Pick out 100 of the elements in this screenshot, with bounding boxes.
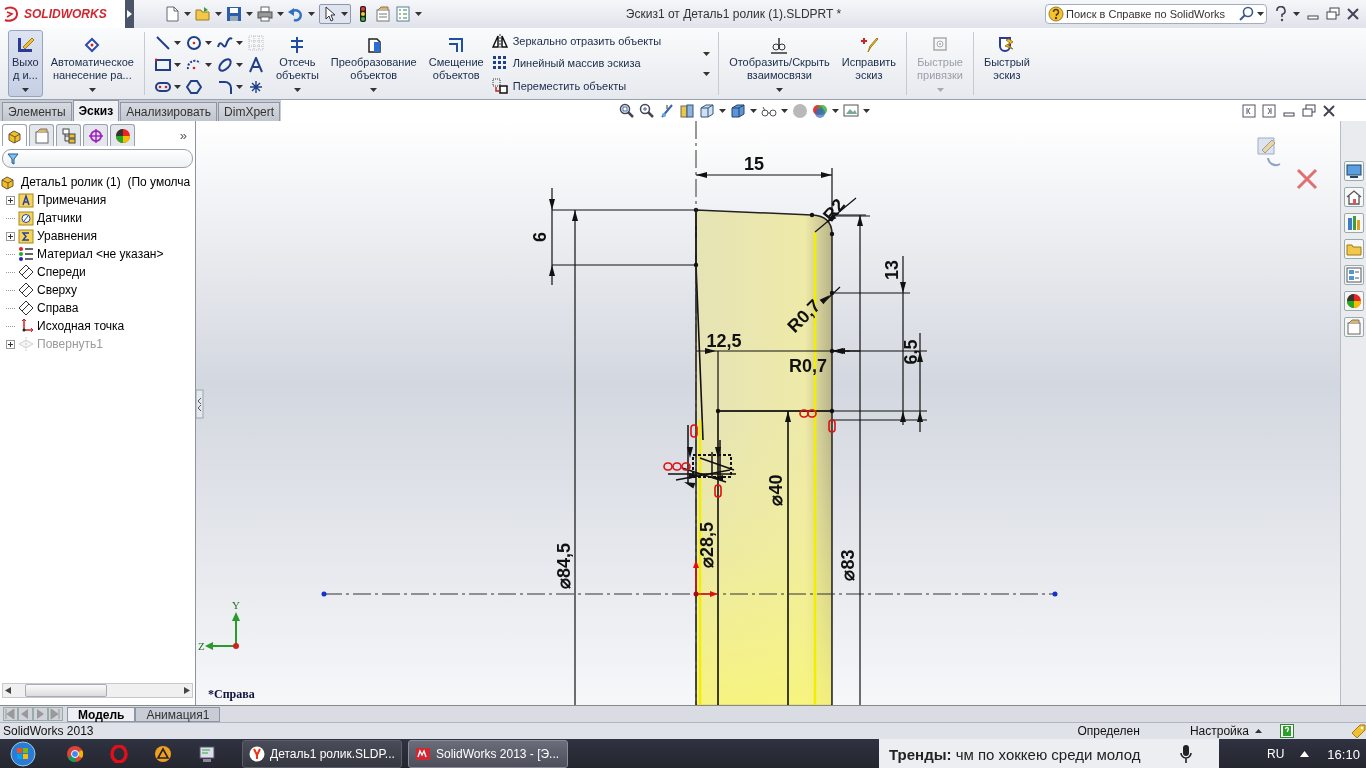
help-box-icon[interactable] [1280,724,1294,738]
manager-tab[interactable] [110,124,135,146]
tree-item[interactable]: Спереди [37,265,86,279]
exit-sketch-icon[interactable] [1257,137,1281,167]
caret-icon[interactable] [235,41,243,45]
caret-icon[interactable] [173,63,181,67]
restore-icon[interactable] [1326,7,1340,21]
caret-icon[interactable] [88,88,96,92]
help-icon[interactable] [1275,6,1287,22]
start-icon[interactable] [10,741,36,767]
tag-icon[interactable] [1350,723,1366,739]
caret-icon[interactable] [1293,12,1300,16]
tree-item[interactable]: Исходная точка [37,319,125,333]
manager-tab[interactable] [83,124,108,146]
text-tool-icon[interactable] [247,57,264,73]
tree-item[interactable]: Уравнения [37,229,97,243]
browser-icon[interactable] [66,745,84,763]
close-icon[interactable] [1322,104,1336,118]
move-button[interactable]: Переместить объекты [491,76,662,95]
fillet-icon[interactable] [216,79,233,95]
menu-expander[interactable] [125,0,134,28]
taskbar-button[interactable]: Деталь1 ролик.SLDP... [242,740,402,768]
tree-item[interactable]: Примечания [37,193,107,207]
caret-icon[interactable] [173,85,181,89]
manager-tab[interactable] [56,124,81,146]
search-icon[interactable] [1239,6,1255,22]
more-tabs-button[interactable]: » [179,127,187,143]
task-pane-button[interactable] [1343,187,1364,207]
caret-icon[interactable] [293,88,301,92]
repair-button[interactable]: Исправить эскиз [837,30,901,97]
zoom-fit-icon[interactable] [619,103,636,119]
terminal-icon[interactable] [198,745,216,763]
trends-bar[interactable]: Тренды: чм по хоккею среди молод [879,739,1219,768]
command-tab[interactable]: Анализировать [120,102,218,121]
taskbar-button[interactable]: SolidWorks 2013 - [Э... [408,740,568,768]
slot-icon[interactable] [154,79,171,95]
command-tab[interactable]: Элементы [2,102,72,121]
caret-icon[interactable] [775,88,783,92]
point-icon[interactable] [247,79,264,95]
units-button[interactable]: Настройка [1189,724,1249,738]
caret-icon[interactable] [703,71,711,76]
caret-icon[interactable] [703,51,711,56]
caret-icon[interactable] [832,109,840,113]
printer-icon[interactable] [257,6,273,22]
caret-icon[interactable] [719,109,727,113]
command-tab[interactable]: Эскиз [72,100,120,121]
caret-icon[interactable] [204,41,212,45]
caret-icon[interactable] [184,12,191,16]
section-view-icon[interactable] [679,103,696,119]
language-indicator[interactable]: RU [1267,747,1285,761]
clock[interactable]: 16:10 [1327,746,1360,762]
cursor-icon[interactable] [322,6,338,22]
spline-icon[interactable] [216,35,233,51]
rectangle-icon[interactable] [154,57,171,73]
close-icon[interactable] [1346,7,1360,21]
caret-icon[interactable] [415,12,422,16]
caret-icon[interactable] [235,85,243,89]
caret-up-icon[interactable] [1255,729,1262,733]
restore-icon[interactable] [1302,104,1316,118]
ellipse-icon[interactable] [216,57,233,73]
orientation-cube-icon[interactable] [699,103,716,119]
caret-icon[interactable] [370,88,378,92]
rapid-sketch-button[interactable]: Быстрый эскиз [980,30,1034,97]
caret-icon[interactable] [308,12,315,16]
offset-button[interactable]: Смещение объектов [424,30,488,97]
task-pane-button[interactable] [1343,291,1364,311]
mirror-button[interactable]: Зеркально отразить объекты [491,32,662,51]
caret-icon[interactable] [863,109,871,113]
help-search-field[interactable]: Поиск в Справке по SolidWorks [1066,8,1237,20]
caret-icon[interactable] [781,109,789,113]
manager-tab[interactable] [2,124,27,146]
microphone-icon[interactable] [1179,744,1193,764]
document-tab[interactable]: Модель [67,706,136,722]
polygon-icon[interactable] [185,79,202,95]
undo-icon[interactable] [288,6,304,22]
display-style-cube-icon[interactable] [730,103,747,119]
scroll-thumb[interactable] [25,684,107,697]
previous-view-icon[interactable] [659,103,676,119]
tree-item[interactable]: Справа [37,301,79,315]
tile-right-icon[interactable] [1262,104,1276,118]
expand-plus-icon[interactable] [6,195,15,205]
filter-field[interactable] [2,149,193,168]
tree-item[interactable]: Деталь1 ролик (1) (По умолча [21,175,191,189]
scroll-right-icon[interactable] [184,687,190,694]
scroll-left-icon[interactable] [5,687,11,694]
caret-icon[interactable] [204,63,212,67]
relations-button[interactable]: Отобразить/Скрыть взаимосвязи [725,30,834,97]
caret-icon[interactable] [246,12,253,16]
task-pane-button[interactable] [1343,161,1364,181]
help-search-bar[interactable]: Поиск в Справке по SolidWorks [1045,4,1267,24]
tree-item[interactable]: Сверху [37,283,78,297]
pattern-button[interactable]: Линейный массив эскиза [491,54,662,73]
line-icon[interactable] [154,35,171,51]
horizontal-scrollbar[interactable] [2,683,193,698]
caret-icon[interactable] [215,12,222,16]
trim-button[interactable]: Отсечь объекты [271,30,323,97]
caret-icon[interactable] [277,12,284,16]
select-button[interactable] [319,4,351,24]
zoom-area-icon[interactable] [639,103,656,119]
caret-icon[interactable] [21,88,29,92]
